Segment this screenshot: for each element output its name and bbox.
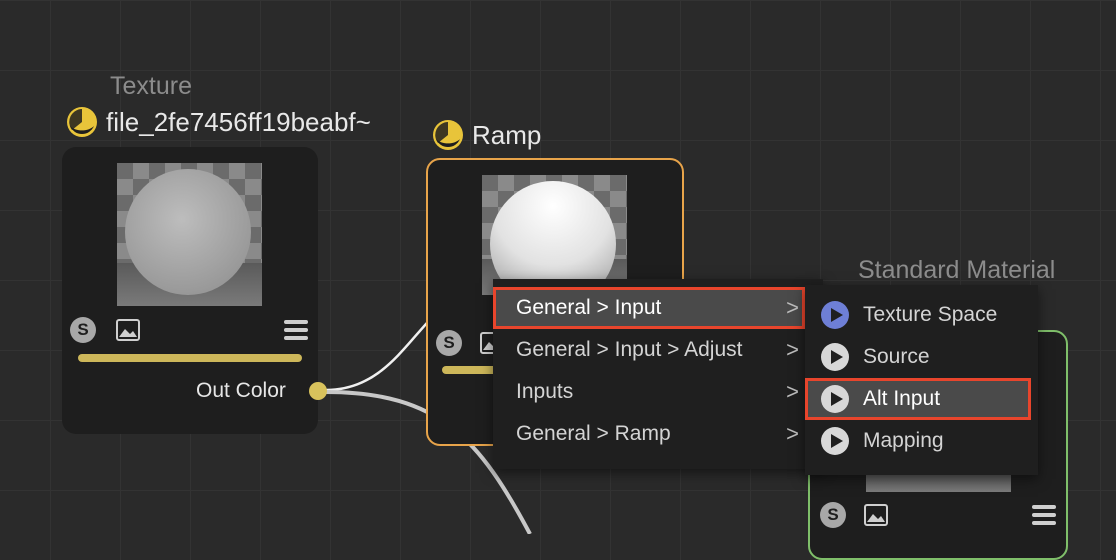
menu-item-general-input[interactable]: General > Input >: [493, 287, 805, 329]
out-color-port[interactable]: [309, 382, 327, 400]
submenu: Texture Space Source Alt Input Mapping: [805, 285, 1038, 475]
shader-s-badge[interactable]: S: [820, 502, 846, 528]
texture-node-name: file_2fe7456ff19beabf~: [106, 106, 371, 137]
menu-item-inputs[interactable]: Inputs >: [493, 371, 805, 413]
submenu-item-source[interactable]: Source: [805, 336, 1038, 378]
yellow-sphere-icon: [67, 107, 97, 137]
texture-progress-bar: [78, 354, 302, 362]
play-icon: [821, 343, 849, 371]
texture-node-category: Texture: [110, 72, 192, 100]
chevron-right-icon: >: [786, 337, 799, 362]
shader-s-badge[interactable]: S: [70, 317, 96, 343]
ramp-preview: [482, 175, 627, 295]
texture-preview: [117, 163, 262, 306]
chevron-right-icon: >: [786, 421, 799, 446]
out-color-label: Out Color: [196, 379, 286, 402]
shader-s-badge[interactable]: S: [436, 330, 462, 356]
hamburger-menu-icon[interactable]: [284, 319, 308, 341]
chevron-right-icon: >: [786, 295, 799, 320]
ramp-node-name: Ramp: [472, 119, 542, 150]
menu-item-general-input-adjust[interactable]: General > Input > Adjust >: [493, 329, 805, 371]
submenu-item-mapping[interactable]: Mapping: [805, 420, 1038, 462]
texture-node-title[interactable]: file_2fe7456ff19beabf~: [66, 106, 371, 138]
submenu-item-alt-input[interactable]: Alt Input: [805, 378, 1031, 420]
image-icon[interactable]: [864, 504, 888, 526]
ramp-node-title[interactable]: Ramp: [432, 119, 541, 151]
play-icon: [821, 427, 849, 455]
chevron-right-icon: >: [786, 379, 799, 404]
yellow-sphere-icon: [433, 120, 463, 150]
image-icon[interactable]: [116, 319, 140, 341]
material-node-category: Standard Material: [858, 256, 1056, 284]
menu-item-general-ramp[interactable]: General > Ramp >: [493, 413, 805, 455]
texture-node[interactable]: S Out Color: [62, 147, 318, 434]
submenu-item-texture-space[interactable]: Texture Space: [805, 294, 1038, 336]
hamburger-menu-icon[interactable]: [1032, 504, 1056, 526]
context-menu: General > Input > General > Input > Adju…: [493, 279, 823, 469]
play-icon: [821, 301, 849, 329]
play-icon: [821, 385, 849, 413]
